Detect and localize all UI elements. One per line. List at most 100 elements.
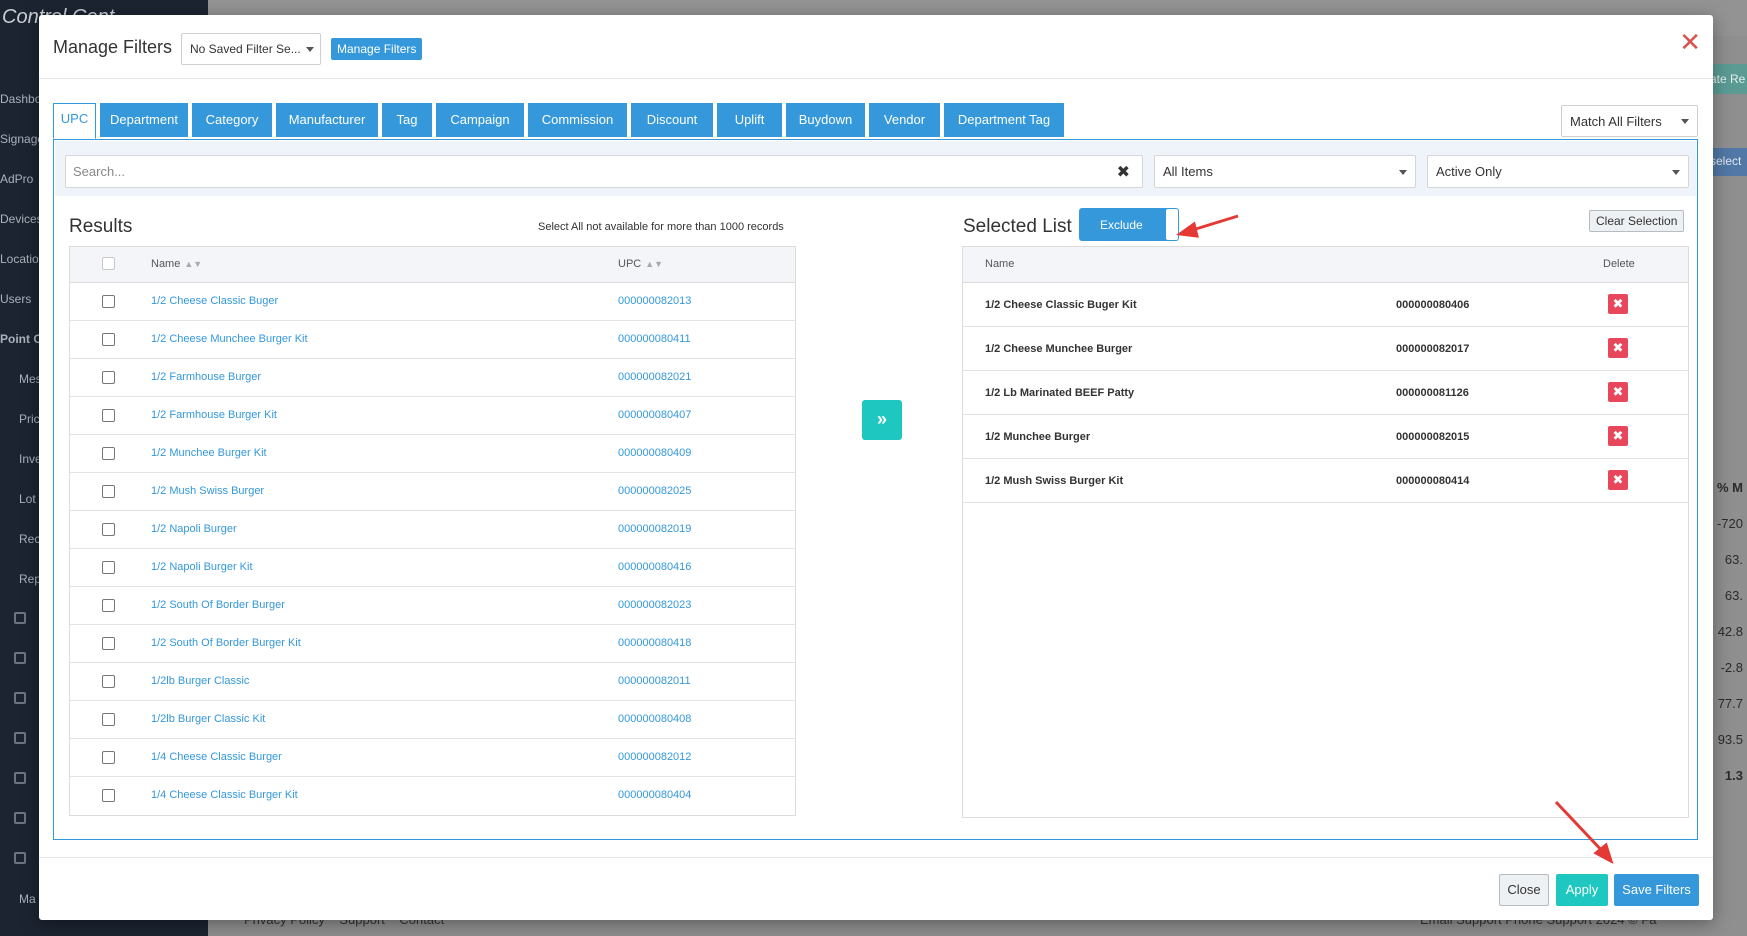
row-checkbox[interactable] xyxy=(102,523,115,536)
delete-icon[interactable]: ✖ xyxy=(1608,382,1628,402)
saved-filter-select[interactable]: No Saved Filter Se... xyxy=(181,33,321,65)
row-checkbox[interactable] xyxy=(102,333,115,346)
item-upc-link[interactable]: 000000082011 xyxy=(618,675,691,687)
item-upc-link[interactable]: 000000080408 xyxy=(618,713,691,725)
bg-cell: -2.8 xyxy=(1720,660,1743,675)
item-upc-link[interactable]: 000000082023 xyxy=(618,599,691,611)
delete-icon[interactable]: ✖ xyxy=(1608,470,1628,490)
tab-discount[interactable]: Discount xyxy=(631,103,713,137)
tab-campaign[interactable]: Campaign xyxy=(436,103,524,137)
status-filter-value: Active Only xyxy=(1436,164,1502,179)
item-name-link[interactable]: 1/2 Cheese Classic Buger xyxy=(151,295,278,307)
bg-nav-item: AdPro xyxy=(0,172,34,186)
selected-delete-header: Delete xyxy=(1603,258,1635,270)
item-upc-link[interactable]: 000000082013 xyxy=(618,295,691,307)
save-filters-button[interactable]: Save Filters xyxy=(1614,874,1699,906)
item-name-link[interactable]: 1/2lb Burger Classic Kit xyxy=(151,713,265,725)
item-name-link[interactable]: 1/2 Munchee Burger Kit xyxy=(151,447,267,459)
row-checkbox[interactable] xyxy=(102,599,115,612)
select-all-checkbox[interactable] xyxy=(102,257,115,270)
item-name-link[interactable]: 1/2 Mush Swiss Burger xyxy=(151,485,264,497)
caret-down-icon xyxy=(1681,119,1689,124)
apply-button[interactable]: Apply xyxy=(1556,874,1608,906)
row-checkbox[interactable] xyxy=(102,751,115,764)
item-name-link[interactable]: 1/4 Cheese Classic Burger xyxy=(151,751,282,763)
chart-icon xyxy=(14,692,26,704)
delete-icon[interactable]: ✖ xyxy=(1608,426,1628,446)
clear-selection-button[interactable]: Clear Selection xyxy=(1589,210,1685,232)
item-name-link[interactable]: 1/2 Cheese Munchee Burger Kit xyxy=(151,333,308,345)
row-checkbox[interactable] xyxy=(102,447,115,460)
row-checkbox[interactable] xyxy=(102,409,115,422)
item-upc-link[interactable]: 000000080411 xyxy=(618,333,691,345)
item-name-link[interactable]: 1/2 South Of Border Burger Kit xyxy=(151,637,301,649)
item-name-link[interactable]: 1/2 Napoli Burger xyxy=(151,523,237,535)
item-upc-link[interactable]: 000000080404 xyxy=(618,789,691,801)
close-button[interactable]: Close xyxy=(1499,874,1549,906)
row-checkbox[interactable] xyxy=(102,561,115,574)
delete-icon[interactable]: ✖ xyxy=(1608,294,1628,314)
item-upc-link[interactable]: 000000082021 xyxy=(618,371,691,383)
item-upc-link[interactable]: 000000082019 xyxy=(618,523,691,535)
tab-commission[interactable]: Commission xyxy=(528,103,627,137)
tab-tag[interactable]: Tag xyxy=(382,103,432,137)
item-upc-link[interactable]: 000000080416 xyxy=(618,561,691,573)
clear-search-icon[interactable]: ✖ xyxy=(1117,162,1130,182)
tab-vendor[interactable]: Vendor xyxy=(869,103,940,137)
table-row: 1/2 South Of Border Burger 000000082023 xyxy=(70,587,795,625)
item-upc-link[interactable]: 000000080407 xyxy=(618,409,691,421)
match-filters-value: Match All Filters xyxy=(1570,114,1662,129)
status-filter-select[interactable]: Active Only xyxy=(1427,155,1689,188)
item-name-link[interactable]: 1/4 Cheese Classic Burger Kit xyxy=(151,789,298,801)
item-upc-link[interactable]: 000000082025 xyxy=(618,485,691,497)
add-to-selected-button[interactable]: » xyxy=(862,400,902,440)
item-upc-link[interactable]: 000000082012 xyxy=(618,751,691,763)
caret-down-icon xyxy=(1399,170,1407,175)
item-name-link[interactable]: 1/2 Napoli Burger Kit xyxy=(151,561,253,573)
item-upc-link[interactable]: 000000080418 xyxy=(618,637,691,649)
modal-header: Manage Filters No Saved Filter Se... Man… xyxy=(39,15,1713,79)
tab-manufacturer[interactable]: Manufacturer xyxy=(276,103,378,137)
tab-buydown[interactable]: Buydown xyxy=(786,103,865,137)
delete-icon[interactable]: ✖ xyxy=(1608,338,1628,358)
row-checkbox[interactable] xyxy=(102,675,115,688)
name-column-header[interactable]: Name ▲▼ xyxy=(151,258,202,270)
manage-filters-button[interactable]: Manage Filters xyxy=(331,38,423,60)
item-name-link[interactable]: 1/2 Farmhouse Burger xyxy=(151,371,261,383)
selected-table: Name Delete 1/2 Cheese Classic Buger Kit… xyxy=(962,246,1689,818)
close-icon[interactable]: ✕ xyxy=(1679,29,1701,55)
item-name-link[interactable]: 1/2 Farmhouse Burger Kit xyxy=(151,409,277,421)
item-upc-link[interactable]: 000000080409 xyxy=(618,447,691,459)
search-input[interactable]: Search... ✖ xyxy=(65,155,1143,188)
selected-item-upc: 000000082017 xyxy=(1396,343,1470,355)
match-filters-select[interactable]: Match All Filters xyxy=(1561,105,1698,137)
upc-column-header[interactable]: UPC ▲▼ xyxy=(618,258,663,270)
selected-item-name: 1/2 Cheese Munchee Burger xyxy=(985,343,1133,355)
item-name-link[interactable]: 1/2lb Burger Classic xyxy=(151,675,249,687)
row-checkbox[interactable] xyxy=(102,371,115,384)
row-checkbox[interactable] xyxy=(102,713,115,726)
row-checkbox[interactable] xyxy=(102,789,115,802)
bg-nav-item: Rec xyxy=(19,532,41,546)
row-checkbox[interactable] xyxy=(102,485,115,498)
table-row: 1/4 Cheese Classic Burger 000000082012 xyxy=(70,739,795,777)
selected-row: 1/2 Cheese Classic Buger Kit 000000080406… xyxy=(963,283,1688,327)
tab-upc[interactable]: UPC xyxy=(53,103,96,139)
tab-category[interactable]: Category xyxy=(192,103,272,137)
filter-bar: Search... ✖ All Items Active Only xyxy=(55,141,1696,196)
tab-uplift[interactable]: Uplift xyxy=(717,103,782,137)
item-name-link[interactable]: 1/2 South Of Border Burger xyxy=(151,599,285,611)
table-row: 1/2 Farmhouse Burger Kit 000000080407 xyxy=(70,397,795,435)
exclude-toggle[interactable]: Exclude xyxy=(1079,208,1179,241)
bg-nav-item: Rep xyxy=(19,572,42,586)
selected-item-upc: 000000082015 xyxy=(1396,431,1470,443)
row-checkbox[interactable] xyxy=(102,295,115,308)
items-filter-select[interactable]: All Items xyxy=(1154,155,1416,188)
tab-department-tag[interactable]: Department Tag xyxy=(944,103,1064,137)
table-row: 1/2 Farmhouse Burger 000000082021 xyxy=(70,359,795,397)
selected-item-upc: 000000080406 xyxy=(1396,299,1470,311)
selected-table-header: Name Delete xyxy=(963,247,1688,283)
row-checkbox[interactable] xyxy=(102,637,115,650)
selected-item-name: 1/2 Munchee Burger xyxy=(985,431,1091,443)
tab-department[interactable]: Department xyxy=(100,103,188,137)
